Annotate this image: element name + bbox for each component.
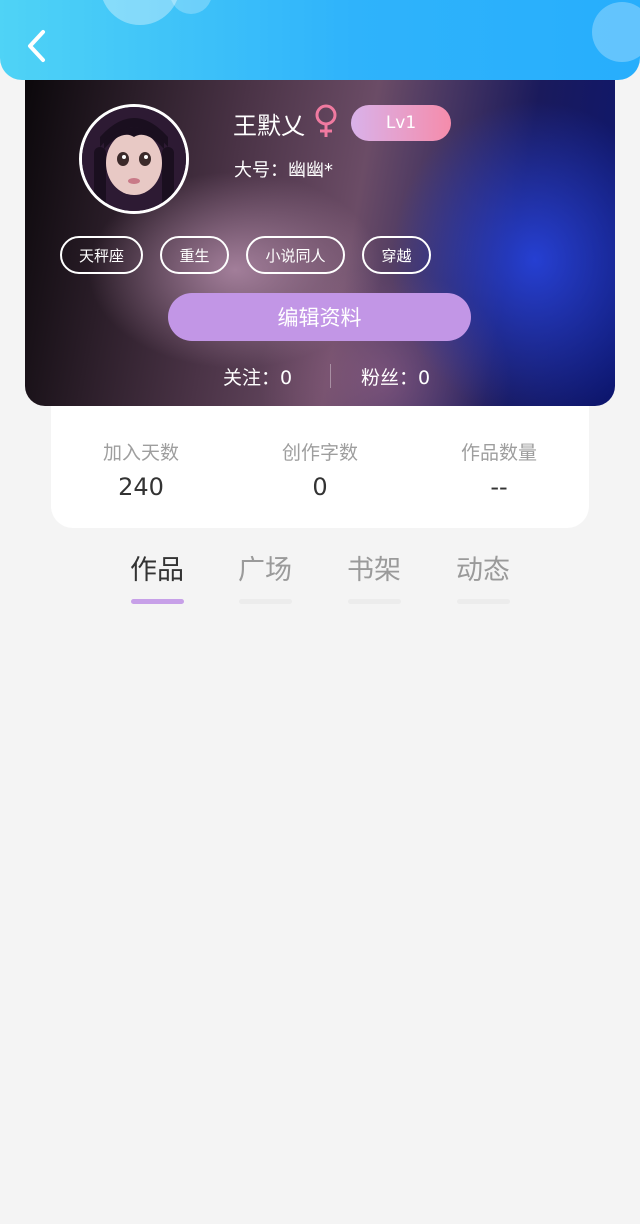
tab-label: 作品 xyxy=(130,555,184,586)
name-row: 王默乂 Lv1 xyxy=(233,104,451,142)
tab-bar: 作品 广场 书架 动态 xyxy=(0,548,640,604)
tab-indicator xyxy=(456,599,510,604)
tab-bookshelf[interactable]: 书架 xyxy=(329,548,419,604)
tab-label: 书架 xyxy=(347,555,401,586)
tab-indicator xyxy=(347,599,401,604)
stat-value: 240 xyxy=(118,473,164,501)
decorative-bubble xyxy=(170,0,212,14)
avatar[interactable] xyxy=(79,104,189,214)
user-name: 王默乂 xyxy=(233,111,305,140)
alias-label: 大号： xyxy=(234,160,288,181)
divider xyxy=(330,364,331,388)
tab-indicator xyxy=(130,599,184,604)
alias-value: 幽幽* xyxy=(288,160,333,181)
stat-label: 加入天数 xyxy=(102,442,179,464)
stat-value: 0 xyxy=(312,473,328,501)
stat-value: -- xyxy=(490,473,508,501)
back-button[interactable] xyxy=(14,24,58,68)
tab-indicator xyxy=(238,599,292,604)
stat-label: 创作字数 xyxy=(281,442,358,464)
tab-label: 动态 xyxy=(456,555,510,586)
profile-hero-card: 王默乂 Lv1 大号：幽幽* 天秤座 重生 小说同人 穿越 编辑资料 关注：0 … xyxy=(25,60,615,406)
avatar-portrait-icon xyxy=(82,107,186,211)
tag-item[interactable]: 重生 xyxy=(160,236,229,274)
tag-item[interactable]: 穿越 xyxy=(362,236,431,274)
top-header xyxy=(0,0,640,80)
stat-works-count: 作品数量 -- xyxy=(409,438,589,501)
edit-profile-button[interactable]: 编辑资料 xyxy=(168,293,471,341)
decorative-bubble xyxy=(592,2,640,62)
tab-label: 广场 xyxy=(238,555,292,586)
decorative-bubble xyxy=(100,0,180,25)
stat-label: 作品数量 xyxy=(460,442,537,464)
female-gender-icon xyxy=(313,104,339,142)
tag-item[interactable]: 天秤座 xyxy=(60,236,143,274)
tab-feed[interactable]: 动态 xyxy=(438,548,528,604)
tab-square[interactable]: 广场 xyxy=(220,548,310,604)
stat-word-count: 创作字数 0 xyxy=(230,438,410,501)
following-count[interactable]: 关注：0 xyxy=(223,363,292,390)
tag-item[interactable]: 小说同人 xyxy=(246,236,345,274)
tab-works[interactable]: 作品 xyxy=(112,548,202,604)
stat-join-days: 加入天数 240 xyxy=(51,438,231,501)
alias-line: 大号：幽幽* xyxy=(234,156,333,182)
level-badge: Lv1 xyxy=(351,105,451,141)
followers-count[interactable]: 粉丝：0 xyxy=(361,363,430,390)
chevron-left-icon xyxy=(28,30,45,62)
